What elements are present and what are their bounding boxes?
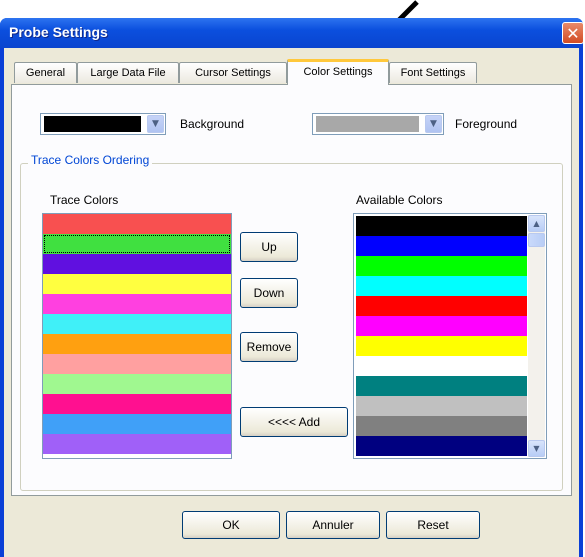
available-colors-rows bbox=[356, 216, 527, 456]
tab-cursor-settings[interactable]: Cursor Settings bbox=[179, 62, 287, 83]
group-title: Trace Colors Ordering bbox=[28, 153, 153, 167]
trace-color-item[interactable] bbox=[43, 334, 231, 354]
down-button[interactable]: Down bbox=[240, 278, 298, 308]
cancel-button[interactable]: Annuler bbox=[286, 511, 380, 539]
close-icon: ✕ bbox=[566, 24, 580, 43]
trace-color-item[interactable] bbox=[43, 274, 231, 294]
color-settings-panel: ▼ Background ▼ Foreground Trace Colors O… bbox=[11, 84, 572, 496]
tab-color-settings[interactable]: Color Settings bbox=[287, 59, 389, 85]
trace-color-item[interactable] bbox=[43, 354, 231, 374]
chevron-down-icon[interactable]: ▼ bbox=[528, 440, 545, 457]
remove-button[interactable]: Remove bbox=[240, 332, 298, 362]
tab-general[interactable]: General bbox=[14, 62, 77, 83]
background-color-swatch bbox=[44, 116, 141, 132]
available-colors-label: Available Colors bbox=[356, 193, 443, 207]
foreground-color-swatch bbox=[316, 116, 419, 132]
trace-color-item[interactable] bbox=[43, 374, 231, 394]
background-label: Background bbox=[180, 117, 245, 131]
trace-color-item[interactable] bbox=[43, 394, 231, 414]
available-colors-scrollbar[interactable]: ▲ ▼ bbox=[528, 215, 545, 457]
chevron-up-icon[interactable]: ▲ bbox=[528, 215, 545, 232]
available-color-item[interactable] bbox=[356, 336, 527, 356]
foreground-label: Foreground bbox=[455, 117, 518, 131]
title-bar: Probe Settings ✕ bbox=[0, 18, 584, 48]
available-color-item[interactable] bbox=[356, 296, 527, 316]
foreground-color-select[interactable]: ▼ bbox=[312, 113, 444, 135]
available-color-item[interactable] bbox=[356, 256, 527, 276]
tab-label: Font Settings bbox=[400, 67, 466, 79]
trace-color-item[interactable] bbox=[43, 314, 231, 334]
up-button[interactable]: Up bbox=[240, 232, 298, 262]
trace-color-item[interactable] bbox=[43, 434, 231, 454]
available-colors-list[interactable]: ▲ ▼ bbox=[353, 213, 547, 459]
tab-label: Cursor Settings bbox=[195, 67, 271, 79]
tab-label: General bbox=[25, 67, 66, 79]
chevron-down-icon: ▼ bbox=[147, 115, 164, 133]
available-color-item[interactable] bbox=[356, 356, 527, 376]
available-color-item[interactable] bbox=[356, 216, 527, 236]
scrollbar-thumb[interactable] bbox=[528, 233, 545, 247]
available-color-item[interactable] bbox=[356, 236, 527, 256]
trace-color-item[interactable] bbox=[43, 294, 231, 314]
available-color-item[interactable] bbox=[356, 276, 527, 296]
ok-button[interactable]: OK bbox=[182, 511, 280, 539]
trace-color-item[interactable] bbox=[43, 234, 231, 254]
available-color-item[interactable] bbox=[356, 376, 527, 396]
tab-large-data-file[interactable]: Large Data File bbox=[77, 62, 179, 83]
close-button[interactable]: ✕ bbox=[562, 22, 584, 44]
available-color-item[interactable] bbox=[356, 316, 527, 336]
available-color-item[interactable] bbox=[356, 416, 527, 436]
tab-label: Large Data File bbox=[90, 67, 166, 79]
trace-color-item[interactable] bbox=[43, 254, 231, 274]
trace-color-item[interactable] bbox=[43, 214, 231, 234]
available-color-item[interactable] bbox=[356, 396, 527, 416]
chevron-down-icon: ▼ bbox=[425, 115, 442, 133]
dialog-client-area: General Large Data File Cursor Settings … bbox=[4, 48, 579, 557]
trace-colors-label: Trace Colors bbox=[50, 193, 119, 207]
trace-color-item[interactable] bbox=[43, 414, 231, 434]
background-color-select[interactable]: ▼ bbox=[40, 113, 166, 135]
available-color-item[interactable] bbox=[356, 436, 527, 456]
window-title: Probe Settings bbox=[9, 24, 108, 40]
trace-colors-list[interactable] bbox=[42, 213, 232, 459]
reset-button[interactable]: Reset bbox=[386, 511, 480, 539]
tab-label: Color Settings bbox=[303, 66, 373, 78]
tab-font-settings[interactable]: Font Settings bbox=[389, 62, 477, 83]
probe-settings-window: Probe Settings ✕ General Large Data File… bbox=[0, 18, 584, 557]
add-button[interactable]: <<<< Add bbox=[240, 407, 348, 437]
